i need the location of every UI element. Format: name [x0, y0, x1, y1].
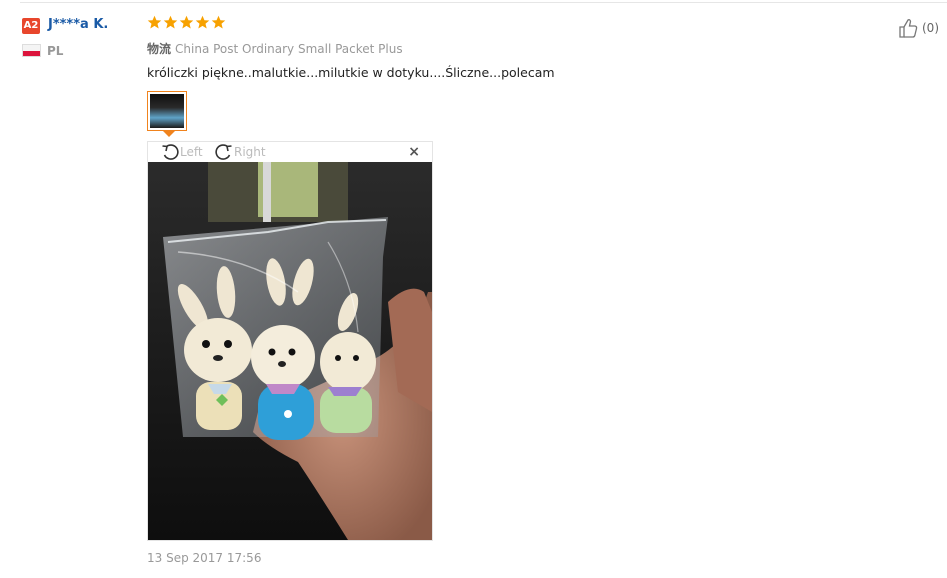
rotate-right-button[interactable]: Right: [214, 142, 266, 162]
review-date: 13 Sep 2017 17:56: [147, 551, 262, 565]
star-icon: [179, 15, 194, 29]
helpful-button[interactable]: (0): [897, 17, 939, 39]
star-icon: [147, 15, 162, 29]
photo-viewer: Left Right ×: [147, 141, 433, 541]
shipping-method: China Post Ordinary Small Packet Plus: [175, 42, 403, 56]
rotate-left-label: Left: [180, 145, 203, 159]
rating-stars: [147, 15, 226, 30]
rotate-right-label: Right: [234, 145, 266, 159]
star-icon: [211, 15, 226, 29]
thumbnail-pointer: [163, 131, 175, 137]
reviewer-name: J****a K.: [48, 17, 109, 32]
review-photo-thumbnail[interactable]: [147, 91, 187, 131]
rotate-left-button[interactable]: Left: [160, 142, 203, 162]
star-icon: [163, 15, 178, 29]
flag-pl-icon: [22, 44, 41, 57]
rotate-right-icon: [215, 144, 232, 160]
rotate-left-icon: [162, 144, 179, 160]
review-photo: [148, 162, 432, 540]
viewer-toolbar: Left Right ×: [148, 142, 432, 162]
reviewer-country: PL: [47, 44, 64, 58]
helpful-count: (0): [922, 21, 939, 35]
user-level-badge: A2: [22, 18, 40, 34]
review-text: króliczki piękne..malutkie...milutkie w …: [147, 65, 555, 80]
close-icon[interactable]: ×: [408, 145, 420, 159]
shipping-info: 物流 China Post Ordinary Small Packet Plus: [147, 40, 403, 57]
top-divider: [20, 2, 947, 3]
star-icon: [195, 15, 210, 29]
thumbs-up-icon: [899, 19, 918, 38]
shipping-label: 物流: [147, 42, 172, 56]
